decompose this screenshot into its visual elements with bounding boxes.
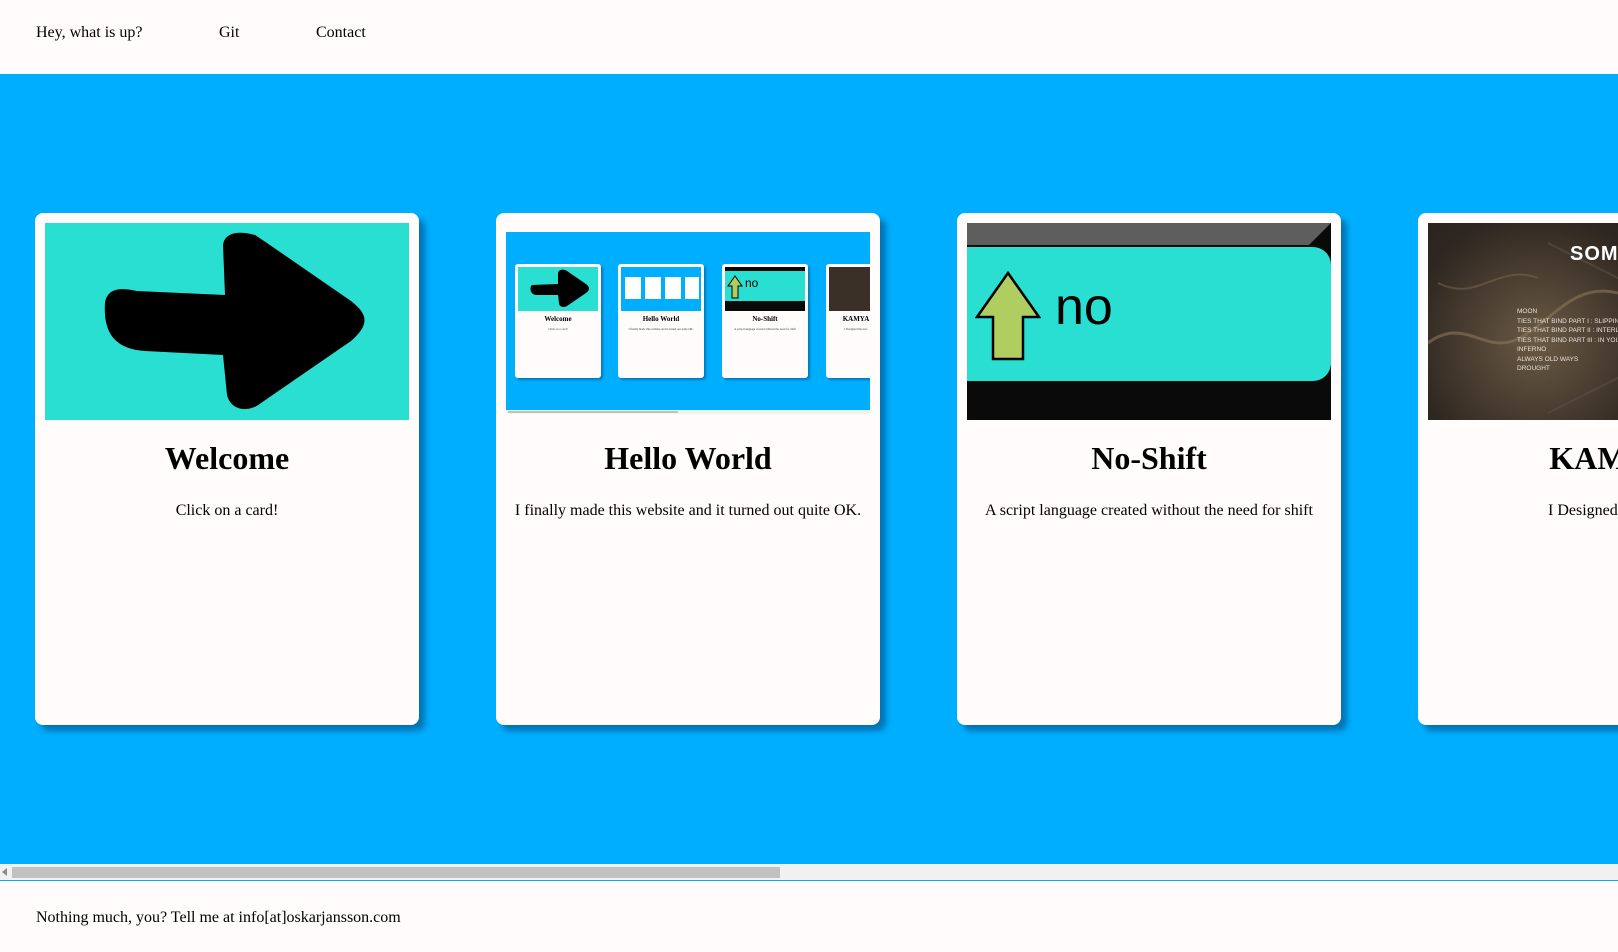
card-description: A script language created without the ne… bbox=[985, 502, 1313, 519]
hello-world-thumbnail: Welcome Click on a card! Hello World I f… bbox=[506, 223, 870, 420]
card-welcome[interactable]: Welcome Click on a card! bbox=[35, 213, 419, 725]
arrow-right-icon bbox=[530, 269, 589, 307]
mini-scrollbar bbox=[506, 410, 870, 414]
card-hello-world[interactable]: Welcome Click on a card! Hello World I f… bbox=[496, 213, 880, 725]
card-kamya[interactable]: SOM MOON TIES THAT BIND PART I : SLIPPIN… bbox=[1418, 213, 1618, 725]
card-title: KAMYA bbox=[1549, 440, 1618, 476]
mini-card-description: I finally made this website and it turne… bbox=[628, 327, 694, 331]
track-item: TIES THAT BIND PART I : SLIPPING bbox=[1517, 317, 1618, 325]
track-item: DROUGHT bbox=[1517, 365, 1550, 372]
card-description: I Designed the new bbox=[1548, 502, 1618, 519]
mini-card-description: I Designed the new bbox=[844, 327, 868, 331]
track-item: MOON bbox=[1517, 308, 1538, 315]
horizontal-scrollbar[interactable] bbox=[0, 864, 1618, 881]
mini-no-text: no bbox=[745, 276, 759, 290]
mini-card-welcome: Welcome Click on a card! bbox=[515, 264, 601, 378]
mini-card-description: Click on a card! bbox=[548, 327, 568, 331]
mini-card-kamya: KAMYA I Designed the new bbox=[826, 264, 870, 378]
mini-card-title: No-Shift bbox=[752, 315, 778, 323]
card-description: Click on a card! bbox=[175, 502, 279, 519]
arrow-up-icon bbox=[975, 271, 1041, 361]
nav-home-link[interactable]: Hey, what is up? bbox=[36, 23, 143, 43]
card-description: I finally made this website and it turne… bbox=[514, 502, 862, 519]
card-title: Welcome bbox=[164, 440, 290, 476]
scroll-left-icon[interactable] bbox=[2, 868, 7, 876]
arrow-right-icon bbox=[104, 232, 365, 410]
track-item: INFERNO bbox=[1517, 346, 1547, 353]
track-item: TIES THAT BIND PART II : INTERLUD bbox=[1517, 327, 1618, 334]
mini-card-title: Hello World bbox=[642, 315, 680, 323]
no-text: no bbox=[1055, 278, 1113, 336]
footer-text: Nothing much, you? Tell me at info[at]os… bbox=[36, 909, 401, 926]
welcome-thumbnail bbox=[45, 223, 409, 420]
mini-thumbnail bbox=[829, 267, 870, 311]
mini-thumbnail: no bbox=[725, 267, 805, 311]
mini-thumbnail bbox=[621, 267, 701, 311]
card-title: Hello World bbox=[604, 440, 772, 476]
kamya-brand-text: SOM bbox=[1570, 243, 1618, 265]
card-no-shift[interactable]: no No-Shift A script language created wi… bbox=[957, 213, 1341, 725]
kamya-thumbnail: SOM MOON TIES THAT BIND PART I : SLIPPIN… bbox=[1428, 223, 1618, 420]
mini-card-hello-world: Hello World I finally made this website … bbox=[618, 264, 704, 378]
card-title: No-Shift bbox=[1091, 440, 1207, 476]
track-item: TIES THAT BIND PART III : IN YOUR bbox=[1517, 336, 1618, 344]
kamya-track-list: MOON TIES THAT BIND PART I : SLIPPING TI… bbox=[1517, 307, 1618, 374]
scrollbar-thumb[interactable] bbox=[12, 867, 780, 878]
mini-card-description: A script language created without the ne… bbox=[734, 327, 796, 331]
mini-card-title: Welcome bbox=[544, 315, 572, 323]
track-item: ALWAYS OLD WAYS bbox=[1517, 355, 1579, 363]
top-nav-bar: Hey, what is up? Git Contact bbox=[0, 0, 1618, 74]
card-carousel: Welcome Click on a card! Welcome Click o… bbox=[0, 74, 1618, 864]
nav-git-link[interactable]: Git bbox=[219, 23, 239, 43]
nav-contact-link[interactable]: Contact bbox=[316, 23, 366, 43]
mini-card-no-shift: no No-Shift A script language created wi… bbox=[722, 264, 808, 378]
mini-card-title: KAMYA bbox=[842, 315, 870, 323]
mini-thumbnail bbox=[518, 267, 598, 311]
no-shift-thumbnail: no bbox=[967, 223, 1331, 420]
arrow-up-icon bbox=[727, 275, 743, 299]
mini-band: Welcome Click on a card! Hello World I f… bbox=[506, 232, 870, 410]
